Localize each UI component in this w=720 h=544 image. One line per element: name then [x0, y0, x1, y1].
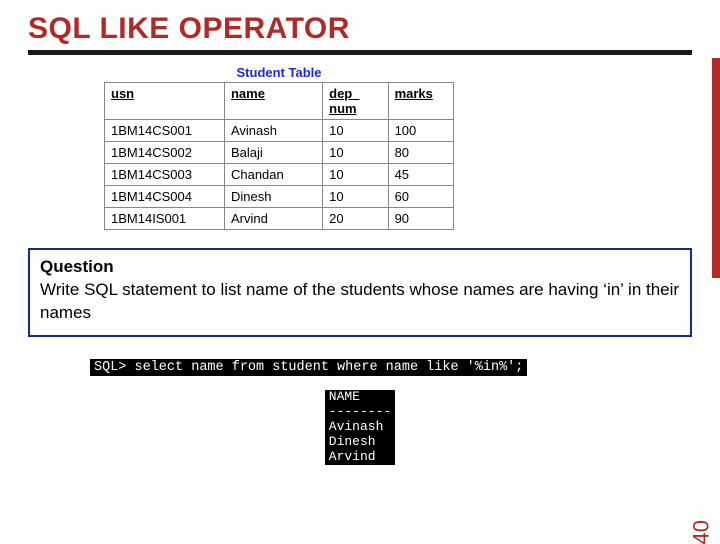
table-row: 1BM14CS004 Dinesh 10 60 — [105, 186, 454, 208]
cell-name: Dinesh — [224, 186, 322, 208]
table-header-row: usn name dep_ num marks — [105, 83, 454, 120]
cell-dep: 10 — [323, 142, 388, 164]
result-header: NAME — [325, 390, 395, 405]
cell-usn: 1BM14CS004 — [105, 186, 225, 208]
student-table-wrap: Student Table usn name dep_ num marks 1B… — [104, 65, 454, 230]
cell-usn: 1BM14CS001 — [105, 120, 225, 142]
table-row: 1BM14CS001 Avinash 10 100 — [105, 120, 454, 142]
cell-marks: 45 — [388, 164, 453, 186]
cell-name: Avinash — [224, 120, 322, 142]
table-caption: Student Table — [104, 65, 454, 80]
cell-marks: 60 — [388, 186, 453, 208]
cell-dep: 10 — [323, 186, 388, 208]
cell-usn: 1BM14CS003 — [105, 164, 225, 186]
page-number: 40 — [688, 520, 714, 544]
student-table: usn name dep_ num marks 1BM14CS001 Avina… — [104, 82, 454, 230]
cell-name: Chandan — [224, 164, 322, 186]
cell-usn: 1BM14CS002 — [105, 142, 225, 164]
cell-name: Balaji — [224, 142, 322, 164]
sql-query-block: SQL> select name from student where name… — [90, 357, 630, 376]
cell-usn: 1BM14IS001 — [105, 208, 225, 230]
question-box: Question Write SQL statement to list nam… — [28, 248, 692, 337]
result-row: Arvind — [325, 450, 395, 465]
title-underline — [28, 50, 692, 55]
cell-marks: 80 — [388, 142, 453, 164]
cell-marks: 100 — [388, 120, 453, 142]
sql-result-block: NAME -------- Avinash Dinesh Arvind — [325, 390, 395, 465]
col-usn: usn — [105, 83, 225, 120]
table-row: 1BM14CS002 Balaji 10 80 — [105, 142, 454, 164]
cell-dep: 10 — [323, 164, 388, 186]
page-title: SQL LIKE OPERATOR — [28, 12, 692, 46]
col-marks: marks — [388, 83, 453, 120]
sql-query: SQL> select name from student where name… — [90, 359, 527, 376]
question-label: Question — [40, 257, 114, 276]
result-divider: -------- — [325, 405, 395, 420]
col-name: name — [224, 83, 322, 120]
result-row: Dinesh — [325, 435, 395, 450]
cell-dep: 20 — [323, 208, 388, 230]
result-row: Avinash — [325, 420, 395, 435]
table-row: 1BM14CS003 Chandan 10 45 — [105, 164, 454, 186]
slide: SQL LIKE OPERATOR Student Table usn name… — [0, 0, 720, 540]
cell-name: Arvind — [224, 208, 322, 230]
cell-dep: 10 — [323, 120, 388, 142]
cell-marks: 90 — [388, 208, 453, 230]
table-row: 1BM14IS001 Arvind 20 90 — [105, 208, 454, 230]
question-text: Write SQL statement to list name of the … — [40, 280, 679, 322]
col-dep: dep_ num — [323, 83, 388, 120]
accent-bar — [712, 58, 720, 278]
